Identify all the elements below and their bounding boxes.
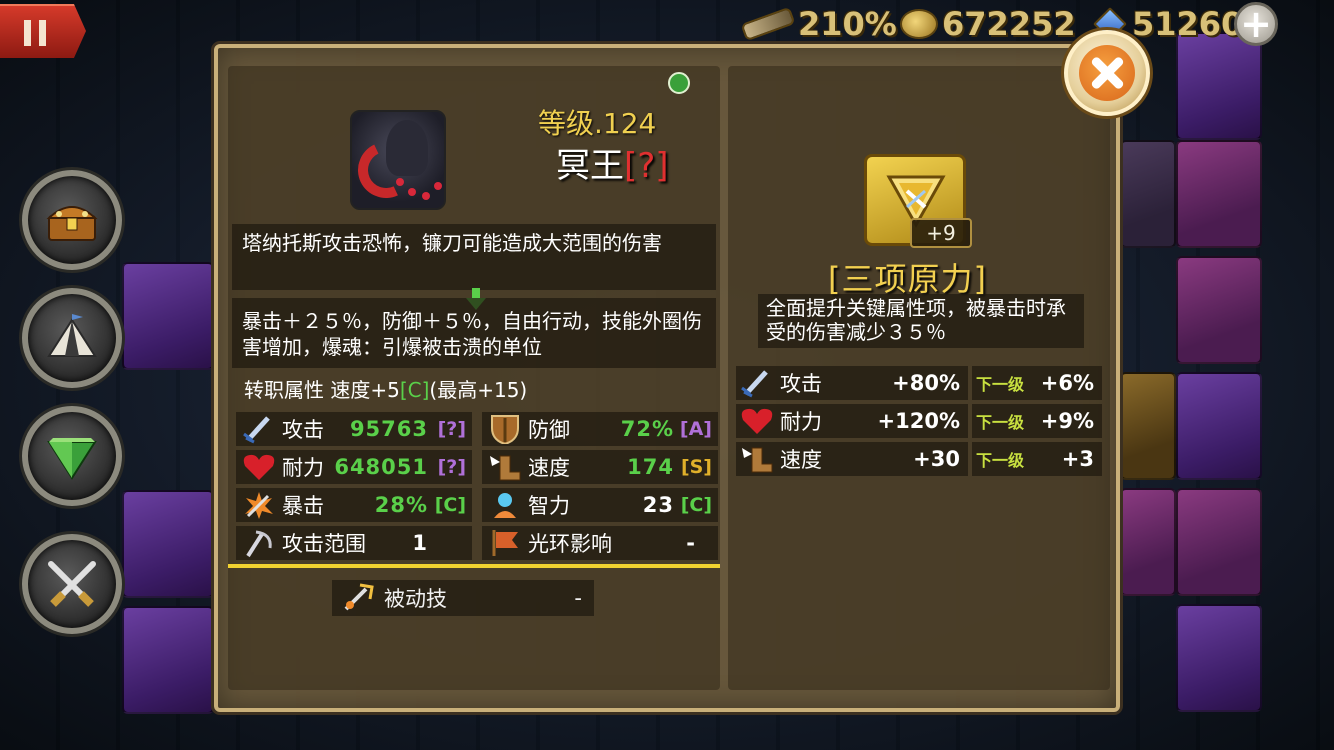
treasure-chest-icon xyxy=(46,206,98,241)
rune-stat-speed: 速度 +30 下一级 +3 xyxy=(736,442,1102,476)
rune-stat-attack: 攻击 +80% 下一级 +6% xyxy=(736,366,1102,400)
add-gems-button[interactable]: + xyxy=(1234,2,1278,46)
close-icon xyxy=(1079,45,1135,101)
pause-button[interactable] xyxy=(0,4,86,58)
hero-description: 塔纳托斯攻击恐怖，镰刀可能造成大范围的伤害 xyxy=(232,224,716,290)
heart-icon xyxy=(741,408,773,434)
hero-traits: 暴击＋２５％，防御＋５％，自由行动，技能外圈伤害增加，爆魂：引爆被击溃的单位 xyxy=(232,298,716,368)
stat-speed[interactable]: 速度 174 [S] xyxy=(482,450,718,484)
mind-icon xyxy=(494,493,516,518)
camp-tent-button[interactable] xyxy=(22,288,122,388)
stat-crit[interactable]: 暴击 28% [C] xyxy=(236,488,472,522)
pause-icon xyxy=(24,20,46,46)
stat-range[interactable]: 攻击范围 1 xyxy=(236,526,472,560)
rune-level: +9 xyxy=(910,218,972,248)
board-unit-tile[interactable] xyxy=(1176,256,1262,364)
bow-range-icon xyxy=(246,530,272,558)
stat-stamina[interactable]: 耐力 648051 [?] xyxy=(236,450,472,484)
green-crystal-icon xyxy=(47,438,97,480)
divider xyxy=(228,564,720,568)
upgrade-gem-button[interactable] xyxy=(22,406,122,506)
hero-portrait xyxy=(350,110,446,210)
hero-level: 等级.124 xyxy=(538,107,657,140)
board-unit-tile[interactable] xyxy=(1176,372,1262,480)
close-button[interactable] xyxy=(1064,30,1150,116)
heart-icon xyxy=(243,454,275,480)
hero-name: 冥王[?] xyxy=(556,146,669,186)
rune-description: 全面提升关键属性项，被暴击时承受的伤害减少３５％ xyxy=(758,294,1084,348)
board-unit-tile[interactable] xyxy=(1120,488,1176,596)
bonus-percent: 210% xyxy=(740,4,897,44)
gold-counter: 672252 xyxy=(900,4,1076,44)
board-unit-tile[interactable] xyxy=(1176,140,1262,248)
shield-icon xyxy=(491,415,519,444)
board-unit-tile[interactable] xyxy=(1120,140,1176,248)
hero-name-info[interactable]: [?] xyxy=(624,146,669,186)
spyglass-icon xyxy=(740,6,796,42)
stat-attack[interactable]: 攻击 95763 [?] xyxy=(236,412,472,446)
board-unit-tile[interactable] xyxy=(1120,372,1176,480)
gold-coin-icon xyxy=(900,9,938,39)
banner-icon xyxy=(492,530,518,556)
board-unit-tile[interactable] xyxy=(122,262,214,370)
board-unit-tile[interactable] xyxy=(1176,488,1262,596)
sword-icon xyxy=(243,416,270,444)
passive-skill[interactable]: 被动技 - xyxy=(332,580,594,616)
winged-boot-icon xyxy=(742,447,773,473)
stat-aura[interactable]: 光环影响 - xyxy=(482,526,718,560)
board-unit-tile[interactable] xyxy=(122,490,214,598)
board-unit-tile[interactable] xyxy=(122,606,214,714)
passive-skill-icon xyxy=(344,583,374,611)
ring-badge-icon xyxy=(668,72,690,94)
winged-boot-icon xyxy=(490,455,521,481)
crossed-swords-icon xyxy=(48,561,96,607)
rune-stat-stamina: 耐力 +120% 下一级 +9% xyxy=(736,404,1102,438)
stat-intellect[interactable]: 智力 23 [C] xyxy=(482,488,718,522)
crit-burst-icon xyxy=(245,492,273,519)
stat-defense[interactable]: 防御 72% [A] xyxy=(482,412,718,446)
board-unit-tile[interactable] xyxy=(1176,604,1262,712)
board-unit-tile[interactable] xyxy=(1176,32,1262,140)
battle-button[interactable] xyxy=(22,534,122,634)
job-attribute: 转职属性 速度+5[C](最高+15) xyxy=(244,378,528,402)
tent-icon xyxy=(47,314,97,357)
treasure-chest-button[interactable] xyxy=(22,170,122,270)
sword-icon xyxy=(741,370,768,398)
